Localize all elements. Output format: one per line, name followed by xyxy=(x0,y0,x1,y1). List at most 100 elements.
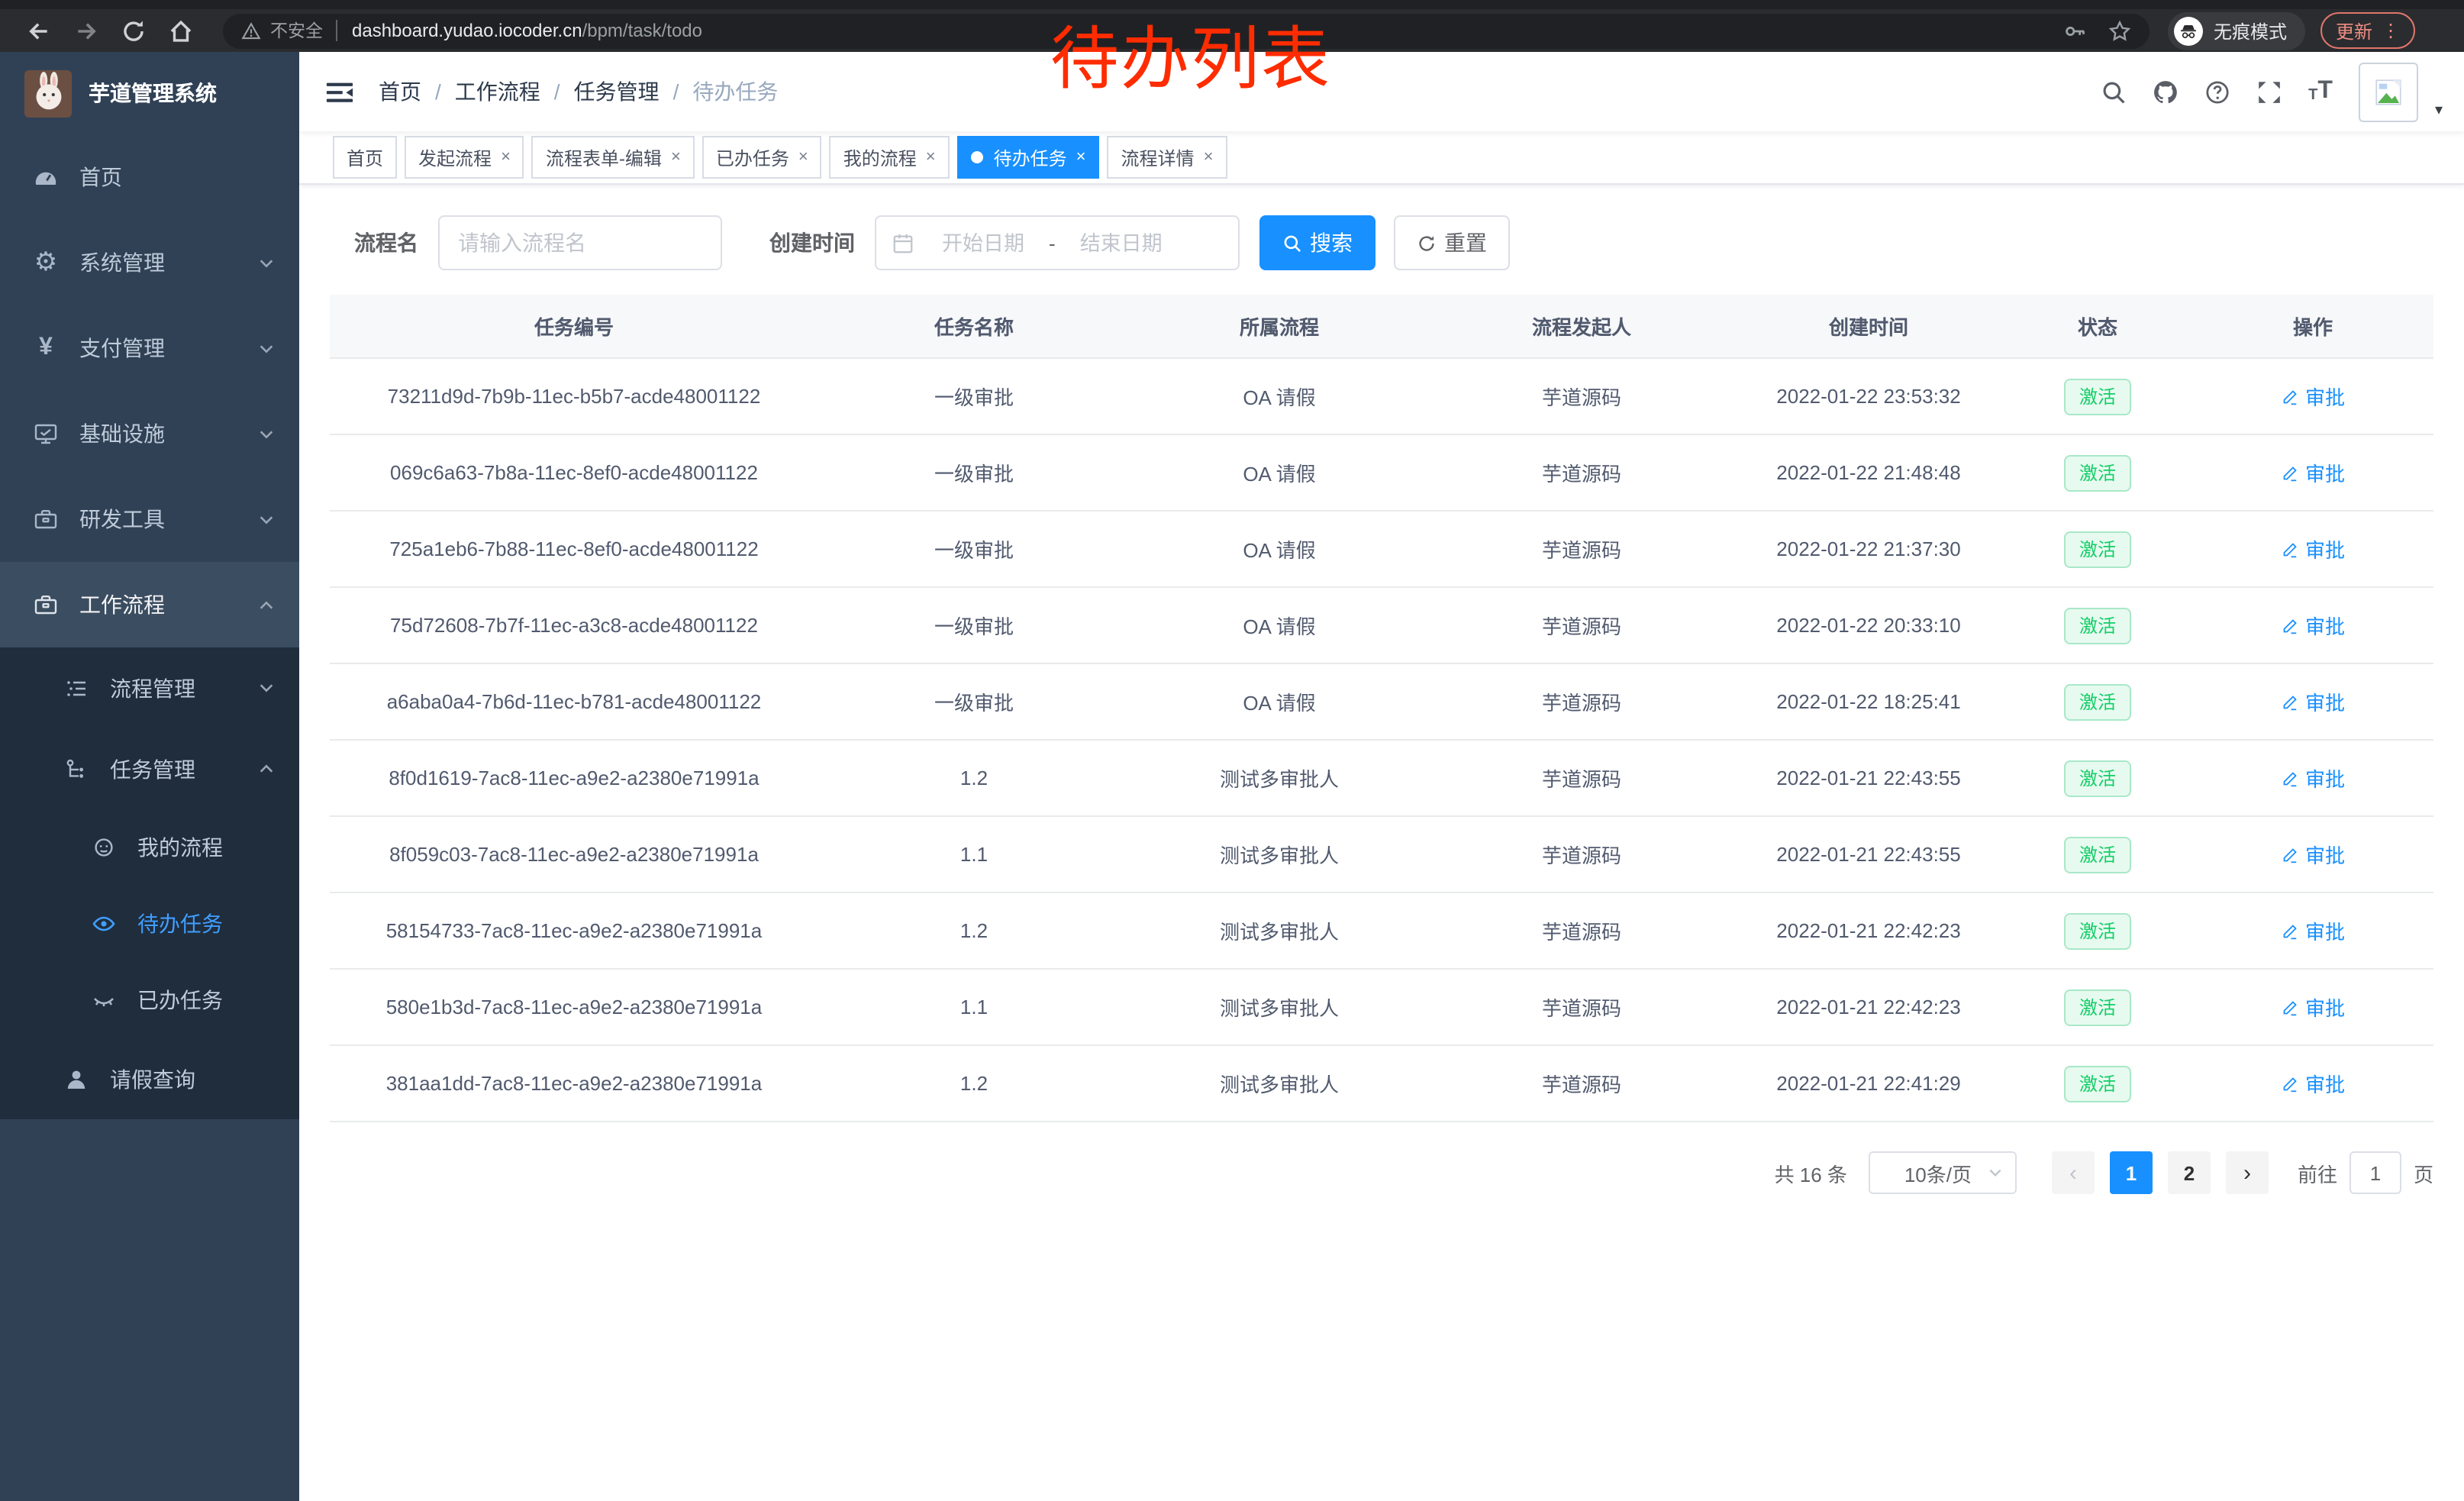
sidebar-item-my-process[interactable]: 我的流程 xyxy=(0,809,299,886)
cell-process: 测试多审批人 xyxy=(1130,1069,1429,1098)
approve-link[interactable]: 审批 xyxy=(2281,993,2345,1022)
start-date-input[interactable] xyxy=(924,230,1043,256)
cell-task-id: 069c6a63-7b8a-11ec-8ef0-acde48001122 xyxy=(330,461,818,484)
close-icon[interactable]: × xyxy=(926,148,936,166)
fullscreen-icon[interactable] xyxy=(2256,79,2282,105)
caret-down-icon[interactable]: ▾ xyxy=(2435,102,2443,121)
page-button-1[interactable]: 1 xyxy=(2110,1151,2153,1194)
browser-back-icon[interactable] xyxy=(26,18,52,44)
date-range-picker[interactable]: - xyxy=(875,215,1240,270)
bookmark-star-icon[interactable] xyxy=(2108,19,2131,42)
search-button[interactable]: 搜索 xyxy=(1259,215,1376,270)
approve-link[interactable]: 审批 xyxy=(2281,916,2345,945)
close-icon[interactable]: × xyxy=(1076,148,1086,166)
browser-forward-icon[interactable] xyxy=(73,18,99,44)
avatar[interactable] xyxy=(2359,62,2418,121)
chevron-down-icon xyxy=(1988,1165,2003,1180)
tab-start-process[interactable]: 发起流程× xyxy=(405,136,524,179)
breadcrumb-task-mgmt[interactable]: 任务管理 xyxy=(574,76,660,107)
breadcrumb-workflow[interactable]: 工作流程 xyxy=(455,76,540,107)
col-task-id: 任务编号 xyxy=(330,311,818,341)
app-logo-bar[interactable]: 芋道管理系统 xyxy=(0,52,299,134)
browser-reload-icon[interactable] xyxy=(121,18,147,44)
sidebar-item-payment[interactable]: ¥ 支付管理 xyxy=(0,305,299,391)
address-divider xyxy=(335,20,337,41)
sidebar-item-home[interactable]: 首页 xyxy=(0,134,299,220)
sidebar-item-process-mgmt[interactable]: 流程管理 xyxy=(0,647,299,728)
prev-page-icon[interactable]: ‹ xyxy=(2052,1151,2095,1194)
approve-link[interactable]: 审批 xyxy=(2281,1069,2345,1098)
security-label[interactable]: 不安全 xyxy=(270,18,323,43)
cell-task-name: 一级审批 xyxy=(818,534,1130,563)
approve-link[interactable]: 审批 xyxy=(2281,382,2345,411)
sidebar-item-leave-query[interactable]: 请假查询 xyxy=(0,1038,299,1119)
sidebar-item-done-task[interactable]: 已办任务 xyxy=(0,962,299,1038)
approve-link[interactable]: 审批 xyxy=(2281,611,2345,640)
sidebar-toggle-icon[interactable] xyxy=(325,77,354,106)
browser-home-icon[interactable] xyxy=(168,18,194,44)
tab-process-detail[interactable]: 流程详情× xyxy=(1108,136,1227,179)
cell-task-name: 一级审批 xyxy=(818,611,1130,640)
cell-starter: 芋道源码 xyxy=(1429,1069,1734,1098)
cell-status: 激活 xyxy=(2003,989,2192,1025)
status-badge: 激活 xyxy=(2064,1065,2131,1102)
cell-starter: 芋道源码 xyxy=(1429,382,1734,411)
tab-my-process[interactable]: 我的流程× xyxy=(830,136,950,179)
font-size-icon[interactable]: TT xyxy=(2308,79,2333,104)
sidebar-item-task-mgmt[interactable]: 任务管理 xyxy=(0,728,299,809)
cell-task-name: 1.1 xyxy=(818,996,1130,1018)
col-starter: 流程发起人 xyxy=(1429,311,1734,341)
page-size-select[interactable]: 10条/页 xyxy=(1869,1151,2017,1194)
page-button-2[interactable]: 2 xyxy=(2168,1151,2211,1194)
tab-form-edit[interactable]: 流程表单-编辑× xyxy=(532,136,695,179)
cell-status: 激活 xyxy=(2003,378,2192,415)
password-key-icon[interactable] xyxy=(2064,19,2087,42)
cell-process: OA 请假 xyxy=(1130,611,1429,640)
close-icon[interactable]: × xyxy=(671,148,681,166)
end-date-input[interactable] xyxy=(1062,230,1181,256)
approve-link[interactable]: 审批 xyxy=(2281,534,2345,563)
sidebar-item-devtools[interactable]: 研发工具 xyxy=(0,476,299,562)
goto-page-input[interactable] xyxy=(2350,1151,2401,1194)
security-warning-icon[interactable] xyxy=(241,21,261,40)
sidebar-item-workflow[interactable]: 工作流程 xyxy=(0,562,299,647)
cell-starter: 芋道源码 xyxy=(1429,534,1734,563)
browser-menu-icon[interactable]: ⋮ xyxy=(2382,21,2400,40)
approve-link[interactable]: 审批 xyxy=(2281,763,2345,792)
reset-button[interactable]: 重置 xyxy=(1394,215,1510,270)
sidebar-item-todo-task[interactable]: 待办任务 xyxy=(0,886,299,962)
approve-link[interactable]: 审批 xyxy=(2281,687,2345,716)
col-created: 创建时间 xyxy=(1734,311,2003,341)
cell-created: 2022-01-22 20:33:10 xyxy=(1734,614,2003,637)
close-icon[interactable]: × xyxy=(501,148,511,166)
help-icon[interactable] xyxy=(2204,79,2230,105)
page-url[interactable]: dashboard.yudao.iocoder.cn/bpm/task/todo xyxy=(352,20,702,41)
dashboard-icon xyxy=(34,165,58,189)
approve-link[interactable]: 审批 xyxy=(2281,840,2345,869)
sidebar-item-infra[interactable]: 基础设施 xyxy=(0,391,299,476)
tab-done-task[interactable]: 已办任务× xyxy=(702,136,822,179)
cell-starter: 芋道源码 xyxy=(1429,840,1734,869)
edit-pen-icon xyxy=(2281,769,2299,787)
table-row: 58154733-7ac8-11ec-a9e2-a2380e71991a 1.2… xyxy=(330,892,2433,968)
col-task-name: 任务名称 xyxy=(818,311,1130,341)
calendar-icon xyxy=(892,231,914,254)
approve-link[interactable]: 审批 xyxy=(2281,458,2345,487)
process-name-input[interactable] xyxy=(438,215,722,270)
tab-home[interactable]: 首页 xyxy=(333,136,397,179)
close-icon[interactable]: × xyxy=(798,148,808,166)
cell-created: 2022-01-22 21:37:30 xyxy=(1734,537,2003,560)
github-icon[interactable] xyxy=(2153,79,2179,105)
close-icon[interactable]: × xyxy=(1204,148,1214,166)
browser-update-button[interactable]: 更新 ⋮ xyxy=(2320,12,2415,49)
filter-form: 流程名 创建时间 - 搜索 xyxy=(354,215,2433,270)
edit-pen-icon xyxy=(2281,616,2299,634)
breadcrumb-home[interactable]: 首页 xyxy=(379,76,421,107)
cell-action: 审批 xyxy=(2192,916,2433,945)
next-page-icon[interactable]: › xyxy=(2226,1151,2269,1194)
tab-todo-task[interactable]: 待办任务× xyxy=(957,136,1100,179)
chevron-down-icon xyxy=(258,340,275,357)
search-icon[interactable] xyxy=(2101,79,2127,105)
sidebar-item-system[interactable]: ⚙ 系统管理 xyxy=(0,220,299,305)
cell-process: OA 请假 xyxy=(1130,458,1429,487)
